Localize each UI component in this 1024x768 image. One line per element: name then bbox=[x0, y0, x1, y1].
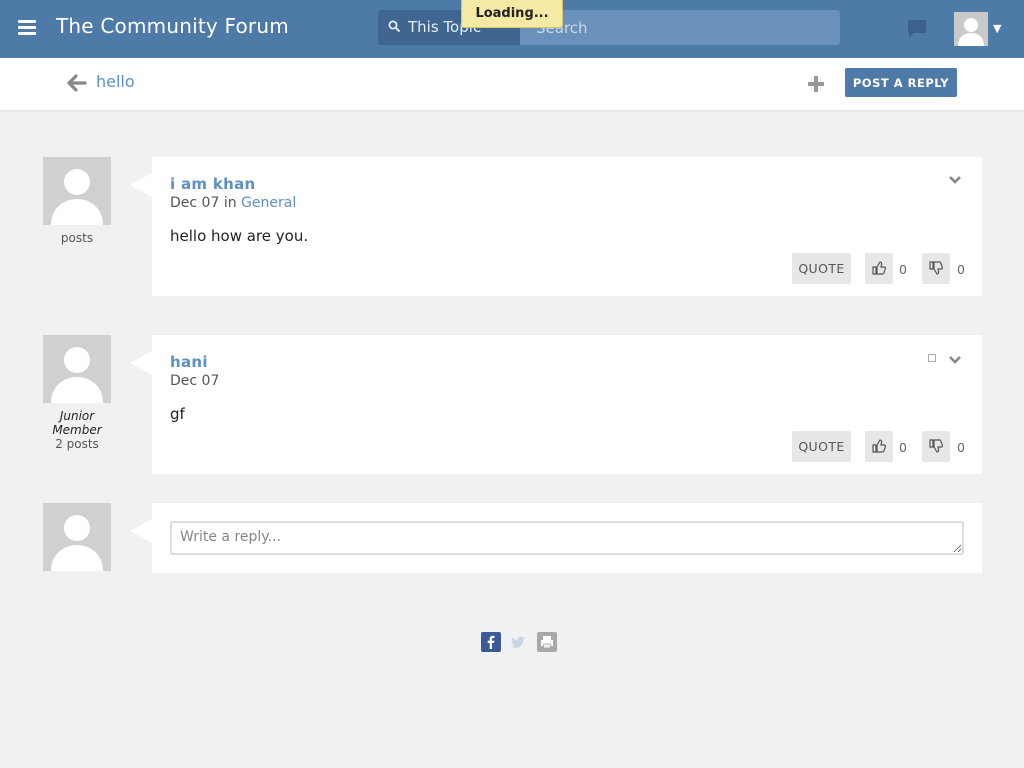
post-date: Dec 07 in General bbox=[170, 195, 296, 211]
post-body: hello how are you. bbox=[170, 227, 309, 245]
user-silhouette-icon bbox=[43, 503, 111, 571]
post-category-link[interactable]: General bbox=[241, 195, 296, 211]
avatar[interactable] bbox=[43, 157, 111, 225]
hamburger-menu-icon[interactable] bbox=[18, 17, 38, 41]
plus-icon[interactable] bbox=[806, 74, 826, 94]
author-meta: posts bbox=[43, 231, 111, 245]
site-title[interactable]: The Community Forum bbox=[56, 14, 289, 38]
top-header: The Community Forum This Topic ▼ Loading… bbox=[0, 0, 1024, 58]
user-silhouette-icon bbox=[43, 157, 111, 225]
downvote-count: 0 bbox=[957, 262, 965, 277]
author-name[interactable]: hani bbox=[170, 353, 208, 371]
quote-button[interactable]: QUOTE bbox=[792, 431, 851, 462]
topic-toolbar: hello POST A REPLY bbox=[0, 58, 1024, 110]
post-date: Dec 07 bbox=[170, 373, 219, 389]
user-menu-caret-icon[interactable]: ▼ bbox=[993, 22, 1001, 35]
thumbs-down-icon bbox=[929, 261, 943, 275]
upvote-count: 0 bbox=[899, 440, 907, 455]
thumbs-up-icon bbox=[872, 261, 886, 275]
downvote-button[interactable] bbox=[922, 253, 950, 284]
post-a-reply-button[interactable]: POST A REPLY bbox=[845, 68, 957, 97]
thumbs-down-icon bbox=[929, 439, 943, 453]
select-post-checkbox[interactable] bbox=[928, 354, 936, 362]
post-card: i am khan Dec 07 in General hello how ar… bbox=[130, 157, 982, 296]
facebook-glyph bbox=[487, 635, 495, 649]
back-arrow-icon[interactable] bbox=[66, 72, 88, 94]
avatar bbox=[43, 503, 111, 571]
upvote-count: 0 bbox=[899, 262, 907, 277]
author-rank: Junior Member bbox=[52, 409, 102, 437]
post-card: hani Dec 07 gf QUOTE 0 0 bbox=[130, 335, 982, 474]
downvote-count: 0 bbox=[957, 440, 965, 455]
post-date-text: Dec 07 bbox=[170, 195, 220, 211]
post-category-prefix: in bbox=[223, 195, 237, 211]
avatar[interactable] bbox=[43, 335, 111, 403]
facebook-icon[interactable] bbox=[481, 632, 501, 652]
reply-textarea[interactable] bbox=[170, 521, 964, 555]
upvote-button[interactable] bbox=[865, 253, 893, 284]
topic-title: hello bbox=[96, 72, 135, 91]
search-input[interactable] bbox=[520, 10, 840, 45]
composer-card bbox=[130, 503, 982, 573]
author-meta: Junior Member 2 posts bbox=[43, 409, 111, 451]
search-icon bbox=[388, 20, 401, 33]
user-silhouette-icon bbox=[954, 12, 988, 46]
user-avatar[interactable] bbox=[954, 12, 988, 46]
thumbs-up-icon bbox=[872, 439, 886, 453]
user-silhouette-icon bbox=[43, 335, 111, 403]
author-post-count: 2 posts bbox=[55, 437, 99, 451]
quote-button[interactable]: QUOTE bbox=[792, 253, 851, 284]
author-post-count: posts bbox=[60, 231, 94, 245]
author-name[interactable]: i am khan bbox=[170, 175, 256, 193]
post-body: gf bbox=[170, 405, 185, 423]
chevron-down-icon[interactable] bbox=[948, 175, 962, 185]
print-icon[interactable] bbox=[537, 632, 557, 652]
twitter-glyph bbox=[511, 636, 525, 648]
loading-indicator: Loading... bbox=[461, 0, 563, 28]
post-date-text: Dec 07 bbox=[170, 373, 220, 389]
upvote-button[interactable] bbox=[865, 431, 893, 462]
printer-glyph bbox=[541, 636, 553, 649]
twitter-icon[interactable] bbox=[508, 632, 528, 652]
chat-icon[interactable] bbox=[906, 18, 930, 40]
downvote-button[interactable] bbox=[922, 431, 950, 462]
chevron-down-icon[interactable] bbox=[948, 355, 962, 365]
